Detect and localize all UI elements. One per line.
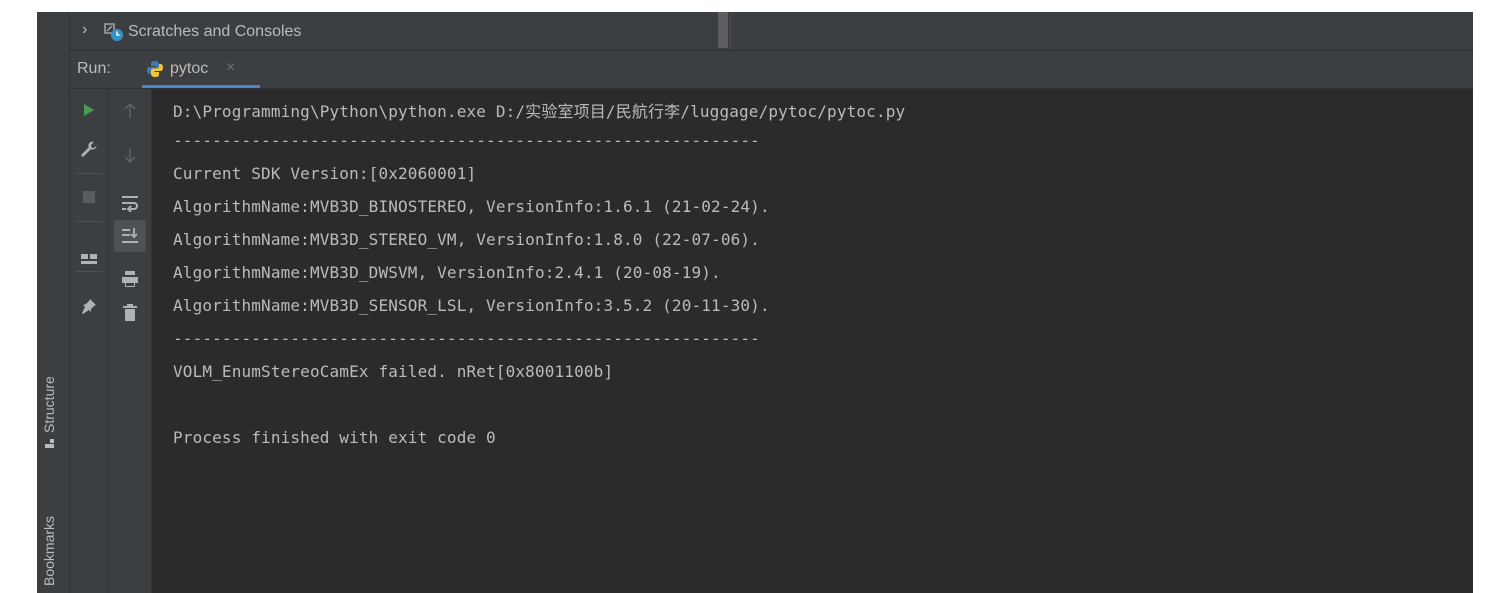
pin-icon	[82, 299, 96, 314]
console-line: AlgorithmName:MVB3D_STEREO_VM, VersionIn…	[173, 230, 760, 249]
close-icon[interactable]: ×	[226, 59, 235, 77]
scroll-to-end-button[interactable]	[114, 220, 146, 252]
rerun-button[interactable]	[75, 96, 103, 124]
tab-label: pytoc	[170, 60, 209, 77]
next-occurrence-button[interactable]	[116, 141, 144, 169]
left-tool-strip: Structure Bookmarks	[37, 12, 70, 593]
console-line: ----------------------------------------…	[173, 329, 760, 348]
project-tree: › Scratches and Consoles	[70, 12, 1473, 51]
layout-icon	[81, 254, 97, 264]
previous-occurrence-button[interactable]	[116, 97, 144, 125]
edit-configuration-button[interactable]	[75, 135, 103, 163]
separator	[76, 221, 102, 222]
run-toolbar-secondary	[109, 89, 152, 593]
console-line: ----------------------------------------…	[173, 131, 760, 150]
trash-icon	[123, 304, 137, 321]
structure-label: Structure	[41, 376, 57, 433]
divider	[730, 12, 731, 50]
tree-scrollbar[interactable]	[718, 12, 728, 48]
console-line: AlgorithmName:MVB3D_DWSVM, VersionInfo:2…	[173, 263, 721, 282]
layout-button[interactable]	[75, 245, 103, 273]
console-line: D:\Programming\Python\python.exe D:/实验室项…	[173, 102, 906, 121]
stop-button[interactable]	[75, 183, 103, 211]
soft-wrap-icon	[122, 196, 138, 212]
run-label: Run:	[77, 60, 111, 77]
tab-pytoc[interactable]: pytoc ×	[142, 51, 260, 88]
up-arrow-icon	[124, 103, 136, 118]
pin-tab-button[interactable]	[75, 292, 103, 320]
chevron-right-icon[interactable]: ›	[82, 21, 87, 39]
soft-wrap-button[interactable]	[116, 189, 144, 217]
console-output[interactable]: D:\Programming\Python\python.exe D:/实验室项…	[152, 89, 1473, 593]
run-icon	[84, 104, 94, 116]
clear-all-button[interactable]	[116, 299, 144, 327]
print-icon	[122, 271, 138, 287]
scratches-icon	[104, 23, 123, 41]
active-tab-indicator	[142, 85, 260, 88]
scratches-and-consoles-item[interactable]: Scratches and Consoles	[128, 23, 301, 41]
python-icon	[147, 61, 163, 77]
down-arrow-icon	[124, 148, 136, 163]
console-line: AlgorithmName:MVB3D_BINOSTEREO, VersionI…	[173, 197, 770, 216]
separator	[76, 271, 102, 272]
bookmarks-tool-button[interactable]: Bookmarks	[41, 516, 57, 586]
structure-icon	[45, 439, 54, 448]
separator	[76, 173, 102, 174]
stop-icon	[83, 191, 95, 203]
run-toolbar-primary	[70, 89, 109, 593]
console-line: VOLM_EnumStereoCamEx failed. nRet[0x8001…	[173, 362, 614, 381]
bookmarks-label: Bookmarks	[41, 515, 57, 586]
scroll-to-end-icon	[122, 228, 138, 243]
wrench-icon	[81, 141, 97, 157]
structure-tool-button[interactable]: Structure	[41, 376, 57, 448]
print-button[interactable]	[116, 265, 144, 293]
console-line: Process finished with exit code 0	[173, 428, 496, 447]
console-line: AlgorithmName:MVB3D_SENSOR_LSL, VersionI…	[173, 296, 770, 315]
console-line: Current SDK Version:[0x2060001]	[173, 164, 477, 183]
run-tab-bar: Run: pytoc ×	[70, 51, 1473, 89]
ide-window: Structure Bookmarks › Scratches and Cons…	[37, 12, 1473, 593]
